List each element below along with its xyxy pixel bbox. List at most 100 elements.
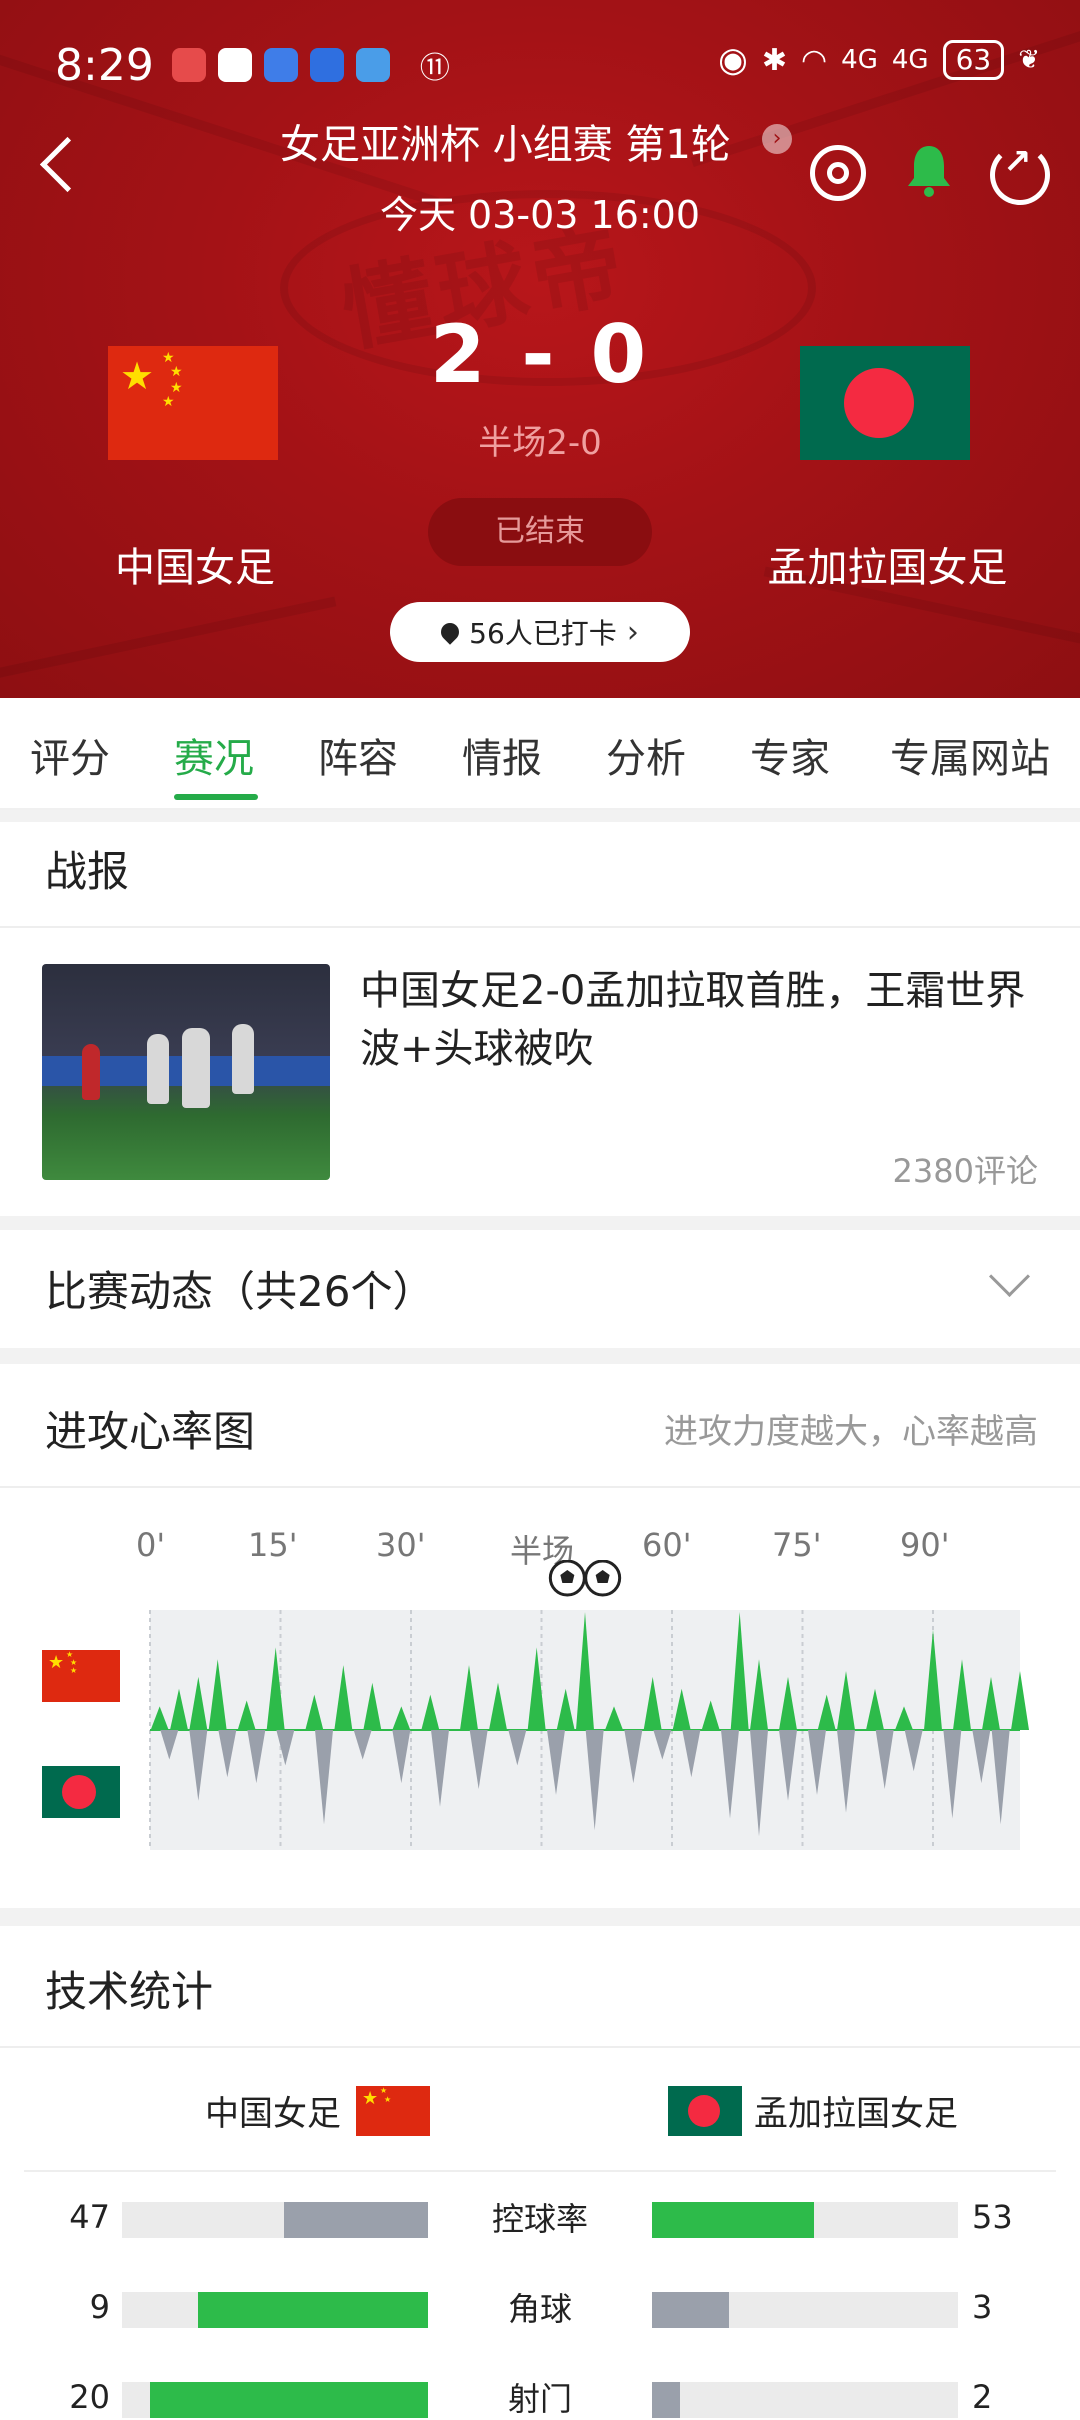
status-bar: 8:29 ⑪ ◉ ✱ ◠ 4G 4G 63 ❦ [55, 39, 1040, 91]
stat-home-value: 9 [89, 2288, 110, 2326]
section-gap [0, 810, 1080, 822]
away-team-flag-small [42, 1766, 120, 1818]
home-team-flag-small: ★ ★ ★ [356, 2086, 430, 2136]
axis-tick-label: 15' [248, 1526, 298, 1564]
news-thumbnail[interactable] [42, 964, 330, 1180]
app-notification-icon [171, 48, 206, 82]
heart-chart-title: 进攻心率图 [45, 1407, 256, 1456]
away-team-name[interactable]: 孟加拉国女足 [745, 535, 1030, 593]
chevron-right-icon[interactable]: › [762, 124, 792, 154]
axis-tick-label: 0' [136, 1526, 166, 1564]
tab-experts[interactable]: 专家 [750, 726, 830, 784]
stat-away-value: 3 [972, 2288, 993, 2326]
stat-away-value: 2 [972, 2378, 993, 2416]
checkin-label: 56人已打卡 [469, 617, 617, 650]
tab-bar: 评分 赛况 阵容 情报 分析 专家 专属网站 [0, 698, 1080, 810]
stat-away-bar [652, 2292, 729, 2328]
tab-analysis[interactable]: 分析 [606, 726, 686, 784]
divider [0, 1486, 1080, 1488]
tech-stats-title: 技术统计 [45, 1967, 214, 2016]
bell-icon[interactable] [904, 142, 954, 198]
flag-star: ★ [384, 2095, 392, 2104]
shield-app-icon [217, 48, 252, 82]
events-title[interactable]: 比赛动态（共26个） [45, 1258, 434, 1319]
divider [24, 2170, 1056, 2172]
flag-star: ★ [70, 1666, 78, 1675]
player-figure [147, 1034, 169, 1104]
tab-intel[interactable]: 情报 [462, 726, 542, 784]
section-gap [0, 1908, 1080, 1926]
match-title[interactable]: 女足亚洲杯 小组赛 第1轮 [280, 112, 731, 170]
stat-home-value: 47 [69, 2198, 110, 2236]
stats-away-team: 孟加拉国女足 [754, 2094, 958, 2134]
leaf-icon: ❦ [1018, 45, 1040, 75]
tab-website[interactable]: 专属网站 [890, 726, 1050, 784]
stats-home-team: 中国女足 [205, 2094, 341, 2134]
stat-away-bar-track [652, 2382, 958, 2418]
flag-star: ★ [380, 2086, 388, 2095]
flag-star: ★ [48, 1652, 65, 1673]
stat-label: 角球 [507, 2290, 572, 2328]
data-saver-icon: ⑪ [419, 51, 450, 86]
axis-tick-label: 60' [642, 1526, 692, 1564]
section-gap [0, 1216, 1080, 1230]
chevron-right-icon: › [626, 614, 639, 650]
axis-tick-label: 75' [772, 1526, 822, 1564]
match-header: 懂球帝 8:29 ⑪ ◉ ✱ ◠ 4G 4G 63 ❦ 女足亚洲杯 小组赛 第1… [0, 0, 1080, 698]
wifi-icon: ◠ [800, 42, 828, 78]
stat-away-bar [652, 2382, 680, 2418]
player-figure [82, 1044, 100, 1100]
axis-tick-label: 90' [900, 1526, 950, 1564]
player-figure [232, 1024, 254, 1094]
flag-star: ★ [362, 2088, 379, 2109]
comment-count: 2380评论 [892, 1152, 1038, 1190]
stat-home-value: 20 [69, 2378, 110, 2416]
flag-disc [688, 2095, 720, 2127]
news-title[interactable]: 中国女足2-0孟加拉取首胜，王霜世界波+头球被吹 [360, 962, 1040, 1078]
stat-label: 控球率 [491, 2200, 588, 2238]
stat-away-bar [652, 2202, 814, 2238]
stat-away-bar-track [652, 2202, 958, 2238]
home-team-name[interactable]: 中国女足 [60, 535, 330, 593]
app-notification-icon [309, 48, 344, 82]
flag-disc [62, 1775, 96, 1809]
section-gap [0, 1348, 1080, 1364]
divider [0, 2046, 1080, 2048]
stat-home-bar [284, 2202, 428, 2238]
player-figure [182, 1028, 210, 1108]
home-team-flag-small: ★ ★ ★ ★ [42, 1650, 120, 1702]
half-time-score: 半场2-0 [478, 423, 602, 463]
away-team-flag-small [668, 2086, 742, 2136]
stat-home-bar-track [122, 2202, 428, 2238]
app-notification-icon [355, 48, 390, 82]
checkin-button[interactable]: 56人已打卡 › [390, 602, 690, 662]
signal-icon: 4G [841, 45, 878, 75]
tab-active-indicator [174, 794, 258, 800]
decor-line [0, 596, 337, 694]
match-status-badge: 已结束 [428, 498, 652, 566]
stat-home-bar-track [122, 2292, 428, 2328]
stat-away-value: 53 [972, 2198, 1013, 2236]
heart-chart-hint: 进攻力度越大，心率越高 [664, 1412, 1038, 1452]
axis-tick-label: 30' [376, 1526, 426, 1564]
report-section-title: 战报 [45, 847, 130, 896]
divider [0, 926, 1080, 928]
stat-label: 射门 [507, 2380, 572, 2418]
pin-icon [437, 619, 463, 645]
app-notification-icon [263, 48, 298, 82]
eye-icon: ◉ [718, 40, 748, 80]
stat-home-bar [150, 2382, 428, 2418]
signal-icon: 4G [891, 45, 929, 75]
status-time: 8:29 [55, 39, 154, 91]
tab-live[interactable]: 赛况 [174, 726, 254, 784]
share-icon[interactable] [990, 142, 1050, 205]
chevron-down-icon[interactable] [988, 1255, 1031, 1298]
tab-lineup[interactable]: 阵容 [318, 726, 398, 784]
tab-rating[interactable]: 评分 [30, 726, 110, 784]
stat-home-bar-track [122, 2382, 428, 2418]
stat-home-bar [198, 2292, 428, 2328]
bluetooth-icon: ✱ [761, 42, 787, 78]
attack-heart-chart [149, 1560, 1029, 1850]
target-icon[interactable] [810, 145, 866, 201]
battery-icon: 63 [942, 40, 1005, 80]
